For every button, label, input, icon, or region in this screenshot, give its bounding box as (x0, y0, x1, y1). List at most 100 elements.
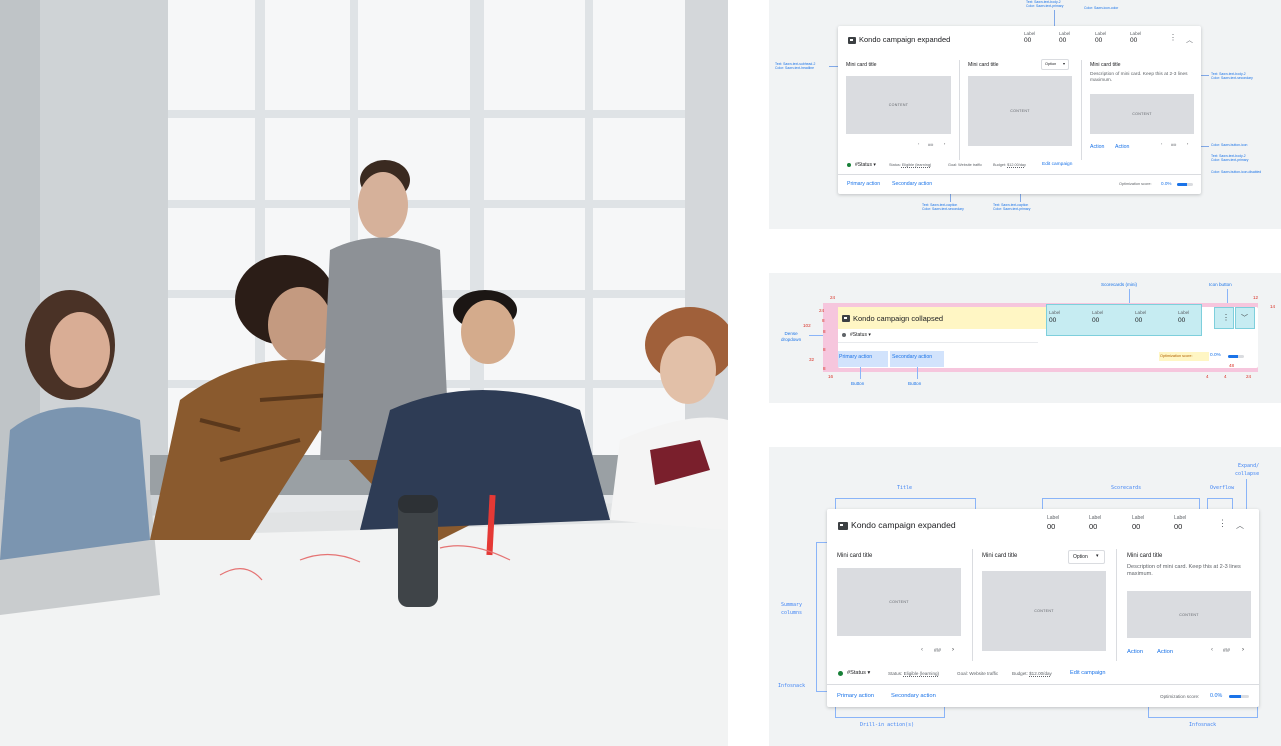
action-link[interactable]: Action (1115, 144, 1129, 150)
button-label: Button (908, 381, 922, 386)
annotation-left: Text: Sawn-text-subhead-2 Color: Sawn-te… (775, 62, 816, 71)
next-icon[interactable]: › (1242, 647, 1244, 653)
scorecard-value: 00 (1024, 37, 1032, 44)
collapse-chevron-icon[interactable]: ︿ (1236, 520, 1244, 531)
annotation-bottom-2: Text: Sawn-text-caption Color: Sawn-text… (993, 203, 1031, 212)
pager-text: #/# (1223, 648, 1230, 654)
action-link[interactable]: Action (1157, 649, 1173, 655)
spacing-label: 48 (1229, 363, 1235, 368)
mini-card-content: CONTENT (1127, 591, 1251, 638)
option-dropdown[interactable]: Option ▾ (1041, 59, 1069, 70)
spacing-label: 14 (1270, 304, 1276, 309)
mini-card-content: CONTENT (846, 76, 951, 134)
primary-action-button[interactable]: Primary action (837, 693, 874, 699)
secondary-action-button[interactable]: Secondary action (891, 693, 936, 699)
scorecard-value: 00 (1092, 317, 1100, 324)
anatomy-scorecards-label: Scorecards (1111, 485, 1142, 491)
edit-campaign-link[interactable]: Edit campaign (1042, 162, 1072, 167)
secondary-action-button[interactable]: Secondary action (892, 354, 932, 360)
optimization-value: 0.0% (1161, 181, 1172, 186)
scorecard-label: Label (1130, 31, 1142, 36)
annotation-right-2: Color: Sawn-button-icon (1211, 143, 1248, 147)
primary-action-button[interactable]: Primary action (839, 354, 872, 360)
dense-dropdown-label: Dense dropdown (781, 331, 802, 342)
campaign-card-collapsed: Kondo campaign collapsed Label 00 Label … (838, 304, 1258, 368)
annotation-right-3: Text: Sawn-text-body-2 Color: Sawn-text-… (1211, 154, 1249, 163)
scorecard-label: Label (1024, 31, 1036, 36)
scorecard-label: Label (1059, 31, 1071, 36)
prev-icon[interactable]: ‹ (1211, 647, 1213, 653)
action-link[interactable]: Action (1127, 649, 1143, 655)
scorecard-label: Label (1174, 515, 1187, 521)
mini-card-description: Description of mini card. Keep this at 2… (1090, 72, 1188, 83)
mini-card-title: Mini card title (968, 62, 999, 68)
campaign-icon (838, 522, 848, 530)
optimization-bar (1177, 183, 1193, 186)
prev-icon[interactable]: ‹ (921, 647, 923, 653)
scorecard-value: 00 (1047, 522, 1056, 531)
spacing-label: 102 (803, 323, 811, 328)
scorecard-value: 00 (1049, 317, 1057, 324)
status-dropdown[interactable]: #Status ▾ (855, 162, 876, 168)
scorecard-value: 00 (1095, 37, 1103, 44)
scorecards-mini-label: Scorecards (mini) (1101, 282, 1137, 287)
card-title: Kondo campaign collapsed (853, 314, 944, 323)
mini-card-content: CONTENT (982, 571, 1106, 651)
icon-button-label: Icon button (1209, 282, 1232, 287)
pager-text: #/# (1171, 143, 1177, 147)
pager-text: #/# (928, 143, 934, 147)
campaign-icon (842, 315, 850, 322)
annotation-right-4: Color: Sawn-button-icon-disabled (1211, 170, 1262, 174)
anatomy-expand-label: Expand/ collapse (1235, 463, 1260, 477)
dropdown-caret-icon: ▾ (1096, 553, 1099, 559)
anatomy-overflow-label: Overflow (1210, 485, 1235, 491)
spacing-label: 8 (822, 318, 825, 323)
next-icon[interactable]: › (944, 142, 945, 146)
overflow-menu-icon[interactable]: ⋮ (1214, 307, 1234, 329)
infosnack-budget: Budget: $12.00/day (993, 163, 1026, 167)
status-dropdown[interactable]: #Status ▾ (847, 670, 870, 676)
team-meeting-photo (0, 0, 728, 746)
campaign-icon (848, 37, 856, 44)
edit-campaign-link[interactable]: Edit campaign (1070, 670, 1105, 676)
button-label: Button (851, 381, 865, 386)
spacing-label: 8 (823, 347, 826, 352)
expand-chevron-icon[interactable]: ﹀ (1235, 307, 1255, 329)
optimization-bar (1229, 695, 1249, 698)
overflow-menu-icon[interactable]: ⋮ (1169, 33, 1177, 42)
mini-card-title: Mini card title (837, 553, 873, 559)
next-icon[interactable]: › (952, 647, 954, 653)
anatomy-drill-in-label: Drill-in action(s) (860, 722, 915, 728)
action-link[interactable]: Action (1090, 144, 1104, 150)
next-icon[interactable]: › (1187, 142, 1188, 146)
scorecard-label: Label (1132, 515, 1145, 521)
annotation-top-b: Color: Sawn-icon-color (1084, 6, 1119, 10)
optimization-value: 0.0% (1210, 693, 1223, 699)
optimization-label: Optimization score: (1160, 694, 1200, 699)
secondary-action-button[interactable]: Secondary action (892, 181, 932, 187)
mini-card-description: Description of mini card. Keep this at 2… (1127, 564, 1241, 577)
infosnack-goal: Goal: Website traffic (957, 671, 999, 676)
spacing-label: 4 (1224, 374, 1227, 379)
scorecard-label: Label (1095, 31, 1107, 36)
collapse-chevron-icon[interactable]: ︿ (1186, 35, 1193, 45)
scorecard-value: 00 (1174, 522, 1183, 531)
scorecard-label: Label (1135, 310, 1147, 315)
option-dropdown[interactable]: Option ▾ (1068, 550, 1105, 564)
infosnack-status: Status: Eligible (learning) (889, 163, 932, 167)
status-dot-icon (847, 163, 851, 167)
scorecard-label: Label (1047, 515, 1060, 521)
status-dot-icon (838, 671, 843, 676)
overflow-menu-icon[interactable]: ⋮ (1218, 518, 1227, 529)
optimization-label: Optimization score: (1119, 182, 1152, 186)
primary-action-button[interactable]: Primary action (847, 181, 880, 187)
prev-icon[interactable]: ‹ (918, 142, 919, 146)
infosnack-goal: Goal: Website traffic (948, 163, 983, 167)
anatomy-title-label: Title (897, 485, 913, 491)
scorecard-value: 00 (1132, 522, 1141, 531)
prev-icon[interactable]: ‹ (1161, 142, 1162, 146)
spacing-label: 8 (823, 329, 826, 334)
scorecard-value: 00 (1130, 37, 1138, 44)
card-title: Kondo campaign expanded (859, 35, 951, 44)
spacing-label: 4 (1206, 374, 1209, 379)
